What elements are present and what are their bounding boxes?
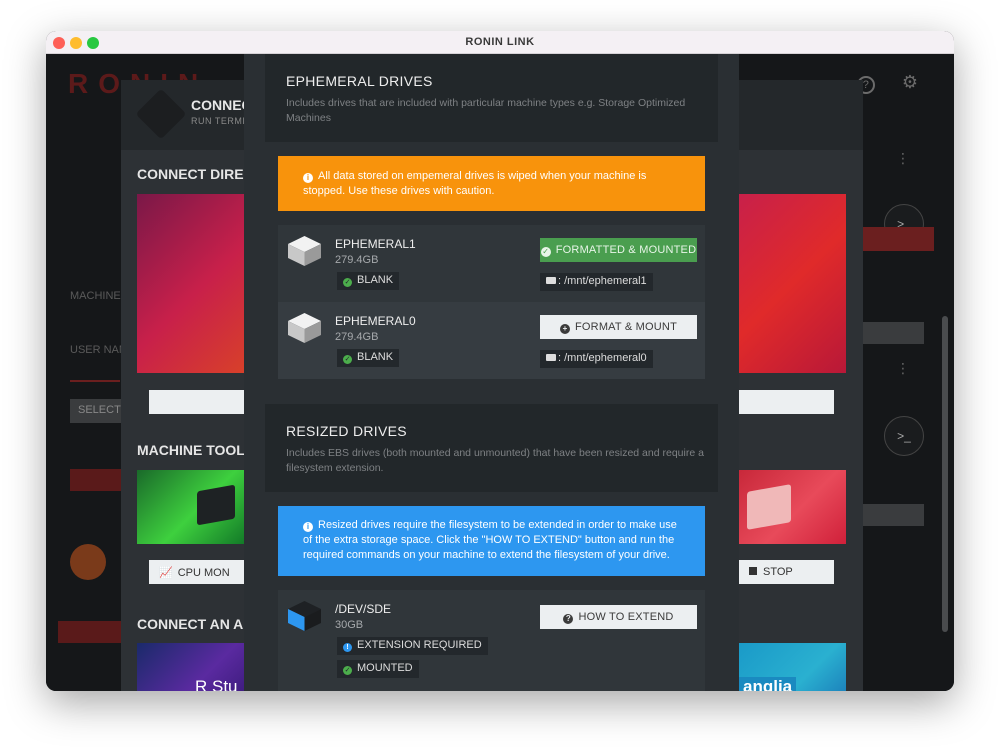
drive-cube-icon [288, 236, 321, 266]
app-content: RONIN ? ⚙ MACHINE USER NAM SELECT ⋮ >_ ⋮… [46, 54, 954, 691]
connect-direct-card-image [137, 194, 244, 373]
stop-label: STOP [763, 566, 793, 578]
info-icon: i [303, 173, 313, 183]
alert-icon: ! [343, 643, 352, 652]
right-card-image [739, 194, 846, 373]
gear-icon[interactable]: ⚙ [902, 72, 918, 92]
resized-title: RESIZED DRIVES [286, 423, 407, 439]
more-menu-icon[interactable]: ⋮ [896, 150, 910, 167]
plus-circle-icon: + [560, 324, 570, 334]
background-red-bar [58, 621, 128, 643]
ephemeral-description: Includes drives that are included with p… [286, 97, 686, 124]
mount-path-badge: : /mnt/ephemeral0 [540, 350, 653, 368]
mount-path-badge: : /mnt/ephemeral1 [540, 273, 653, 291]
how-to-extend-label: HOW TO EXTEND [578, 611, 674, 623]
ephemeral-alert-text: All data stored on empemeral drives is w… [303, 170, 647, 197]
info-icon: i [303, 522, 313, 532]
drive-name: EPHEMERAL0 [335, 314, 416, 328]
question-circle-icon: ? [563, 614, 574, 624]
drive-name: /DEV/SDE [335, 602, 392, 616]
select-dropdown[interactable]: SELECT [70, 399, 126, 423]
extension-required-label: EXTENSION REQUIRED [357, 639, 482, 651]
ganglia-label: anglia [739, 677, 797, 691]
drive-size: 279.4GB [335, 331, 379, 343]
resized-alert-text: Resized drives require the filesystem to… [303, 519, 677, 561]
cpu-monitor-label: CPU MON [177, 567, 230, 579]
cpu-box-icon [197, 484, 235, 526]
drive-row: /DEV/SDE 30GB ! EXTENSION REQUIRED ✓ MOUNT… [278, 590, 705, 691]
ephemeral-drive-list: EPHEMERAL1 279.4GB ✓ BLANK ✓ FORMATTED & M… [278, 225, 705, 379]
format-mount-button[interactable]: + FORMAT & MOUNT [540, 315, 697, 339]
stop-button[interactable]: STOP [739, 560, 834, 584]
more-menu-icon-2[interactable]: ⋮ [896, 360, 910, 377]
connect-modal-title: CONNEC [191, 97, 252, 113]
ephemeral-header: EPHEMERAL DRIVES Includes drives that ar… [265, 54, 718, 142]
app-window: RONIN LINK RONIN ? ⚙ MACHINE USER NAM SE… [46, 31, 954, 691]
ubuntu-icon [70, 544, 106, 580]
drive-row: EPHEMERAL0 279.4GB ✓ BLANK + FORMAT & MOUN… [278, 302, 705, 379]
ronin-machine-icon [135, 88, 187, 140]
ephemeral-title: EPHEMERAL DRIVES [286, 73, 433, 89]
drive-row: EPHEMERAL1 279.4GB ✓ BLANK ✓ FORMATTED & M… [278, 225, 705, 302]
connect-modal-subtitle: RUN TERMI [191, 116, 246, 126]
status-badge-label: BLANK [357, 274, 394, 286]
rstudio-card-image: R Stu [137, 643, 244, 691]
machine-label: MACHINE [70, 290, 121, 302]
formatted-mounted-label: FORMATTED & MOUNTED [555, 244, 697, 256]
field-underline [70, 380, 120, 382]
ebs-drive-icon [288, 601, 321, 631]
chart-line-icon: 📈 [159, 567, 173, 579]
stop-card-image [739, 470, 846, 544]
header-icons: ? ⚙ [856, 72, 918, 94]
connect-direct-button[interactable] [149, 390, 244, 414]
status-badge: ✓ BLANK [337, 272, 400, 290]
extension-required-badge: ! EXTENSION REQUIRED [337, 637, 488, 655]
resized-drive-list: /DEV/SDE 30GB ! EXTENSION REQUIRED ✓ MOUNT… [278, 590, 705, 691]
format-mount-label: FORMAT & MOUNT [575, 321, 677, 333]
user-name-label: USER NAM [70, 344, 129, 356]
stop-icon [749, 567, 757, 575]
rstudio-label: R Stu [195, 677, 238, 691]
check-icon: ✓ [343, 278, 352, 287]
resized-header: RESIZED DRIVES Includes EBS drives (both… [265, 404, 718, 492]
status-badge: ✓ BLANK [337, 349, 400, 367]
folder-icon [546, 354, 556, 361]
mounted-badge: ✓ MOUNTED [337, 660, 419, 678]
formatted-mounted-button[interactable]: ✓ FORMATTED & MOUNTED [540, 238, 697, 262]
mount-path: : /mnt/ephemeral1 [558, 275, 647, 287]
cpu-monitor-card-image [137, 470, 244, 544]
right-card-button[interactable] [739, 390, 834, 414]
mount-path: : /mnt/ephemeral0 [558, 352, 647, 364]
title-bar: RONIN LINK [46, 31, 954, 54]
mounted-label: MOUNTED [357, 662, 413, 674]
drive-size: 279.4GB [335, 254, 379, 266]
check-circle-icon: ✓ [540, 247, 551, 257]
drive-cube-icon [288, 313, 321, 343]
stop-box-icon [747, 484, 791, 530]
status-badge-label: BLANK [357, 351, 394, 363]
ganglia-card-image: anglia [739, 643, 846, 691]
drive-name: EPHEMERAL1 [335, 237, 416, 251]
check-icon: ✓ [343, 355, 352, 364]
resized-info-alert: i Resized drives require the filesystem t… [278, 506, 705, 576]
check-icon: ✓ [343, 666, 352, 675]
ephemeral-warning-alert: i All data stored on empemeral drives is … [278, 156, 705, 211]
drives-modal: EPHEMERAL DRIVES Includes drives that ar… [244, 54, 739, 691]
cpu-monitor-button[interactable]: 📈 CPU MON [149, 560, 244, 584]
scrollbar[interactable] [942, 316, 948, 632]
terminal-icon-2[interactable]: >_ [884, 416, 924, 456]
section-connect-app: CONNECT AN AP [137, 616, 253, 632]
folder-icon [546, 277, 556, 284]
section-machine-tools: MACHINE TOOLS [137, 442, 255, 458]
window-title: RONIN LINK [465, 36, 535, 48]
resized-description: Includes EBS drives (both mounted and un… [286, 447, 704, 474]
drive-size: 30GB [335, 619, 364, 631]
how-to-extend-button[interactable]: ? HOW TO EXTEND [540, 605, 697, 629]
